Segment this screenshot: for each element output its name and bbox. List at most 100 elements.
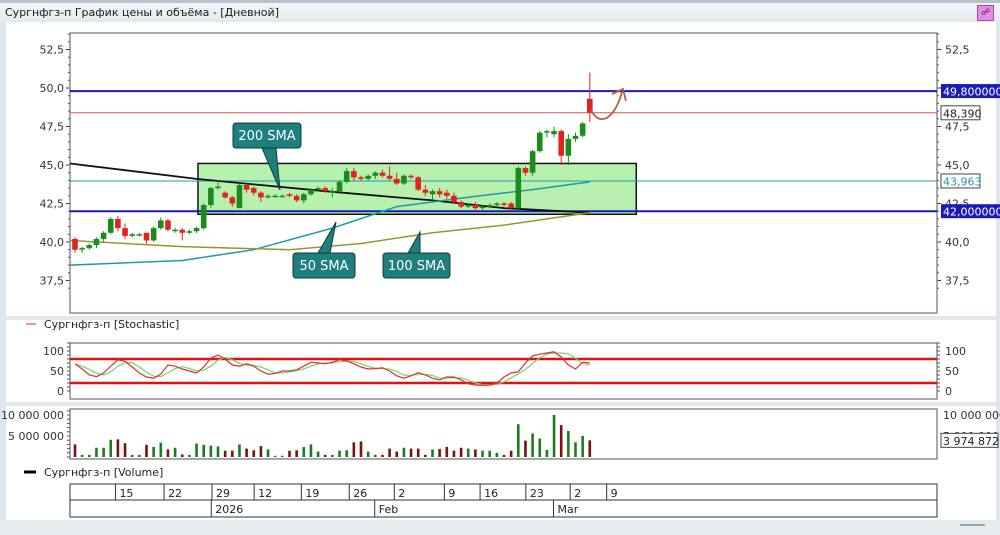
volume-bar	[209, 445, 213, 457]
day-label: 9	[448, 487, 455, 500]
candle-body	[494, 203, 500, 206]
window-title: Сургнфгз-п График цены и объёма - [Дневн…	[5, 6, 279, 19]
candle-body	[572, 135, 579, 139]
volume-bar	[352, 442, 356, 457]
volume-bar	[531, 433, 534, 457]
volume-bar	[509, 450, 513, 457]
volume-panel[interactable]: 10 000 00010 000 0005 000 0005 000 0003 …	[1, 408, 1000, 460]
volume-bar	[374, 454, 377, 457]
volume-bar	[80, 454, 84, 457]
volume-bar	[524, 440, 527, 457]
candle-body	[479, 206, 486, 209]
day-label: 22	[168, 487, 182, 500]
candle-body	[565, 138, 572, 156]
volume-bar	[159, 442, 163, 457]
volume-bar	[424, 454, 427, 457]
candle-bullish	[208, 186, 214, 209]
left-axis-tick-label: 40,0	[40, 236, 65, 249]
candle-bullish	[200, 203, 207, 230]
candle-body	[365, 175, 371, 179]
candle-body	[179, 229, 186, 233]
candle-body	[515, 168, 522, 209]
volume-plot-area	[69, 408, 938, 460]
volume-bar	[431, 449, 434, 457]
callout-label: 100 SMA	[388, 259, 445, 274]
candle-body	[93, 238, 100, 246]
left-axis-tick-label: 100	[43, 345, 64, 358]
stochastic-legend-label: Сургнфгз-п [Stochastic]	[44, 318, 179, 331]
volume-bar	[402, 447, 406, 457]
candle-body	[358, 177, 364, 179]
candle-body	[386, 175, 393, 179]
volume-bar	[231, 450, 234, 457]
left-axis-tick-label: 0	[57, 385, 64, 398]
candle-body	[222, 192, 228, 198]
volume-bar	[481, 450, 484, 457]
volume-legend: Сургнфгз-п [Volume]	[24, 466, 163, 479]
volume-bar	[338, 450, 341, 457]
volume-bar	[567, 430, 570, 457]
candle-body	[172, 229, 178, 232]
volume-bar	[95, 447, 98, 457]
volume-bar	[202, 444, 205, 457]
date-axis[interactable]: 15 22 29 12 19 26 2 9 16 23 2 92026 Feb Mar	[69, 483, 938, 518]
candle-bullish	[236, 183, 243, 209]
volume-bar	[359, 441, 363, 457]
volume-bar	[252, 450, 256, 457]
candle-body	[558, 131, 564, 156]
panel-separator[interactable]	[6, 402, 996, 406]
volume-bar	[152, 446, 155, 457]
volume-bar	[130, 454, 134, 457]
candle-body	[529, 151, 536, 173]
candle-bullish	[336, 180, 343, 193]
candle-body	[272, 195, 278, 198]
volume-bar	[459, 447, 463, 457]
price-panel[interactable]: 52,552,550,050,047,547,545,045,042,542,5…	[40, 32, 1000, 314]
window-title-bar: Сургнфгз-п График цены и объёма - [Дневн…	[0, 0, 1000, 22]
candle-body	[165, 220, 171, 230]
right-axis-tick-label: 45,0	[945, 159, 970, 172]
candle-body	[301, 194, 307, 201]
month-label: 2026	[215, 503, 243, 516]
candle-bullish	[150, 226, 157, 242]
candle-body	[372, 172, 379, 176]
volume-bar	[138, 454, 141, 457]
candle-body	[193, 228, 200, 232]
candle-body	[436, 191, 443, 195]
day-label: 16	[484, 487, 498, 500]
day-label: 26	[353, 487, 367, 500]
volume-bar	[574, 442, 577, 457]
candle-body	[579, 123, 586, 136]
level-price-label: 49,800000	[943, 86, 1000, 99]
volume-bar	[552, 415, 556, 457]
candle-bearish	[165, 218, 171, 232]
link-icon[interactable]: ☍	[977, 5, 994, 21]
right-axis-tick-label: 40,0	[945, 236, 970, 249]
candle-body	[158, 220, 164, 229]
volume-bar	[517, 424, 520, 457]
volume-bar	[388, 448, 391, 457]
candle-body	[308, 189, 314, 195]
candle-bearish	[415, 175, 421, 192]
candle-bullish	[579, 121, 586, 138]
candle-body	[107, 218, 114, 233]
volume-bar	[88, 454, 91, 457]
candle-body	[451, 195, 457, 202]
candle-body	[215, 186, 221, 189]
candle-body	[293, 195, 300, 201]
volume-bar	[73, 444, 77, 457]
candle-body	[401, 175, 407, 184]
candle-body	[343, 171, 350, 182]
candle-body	[551, 131, 557, 135]
volume-bar	[223, 450, 227, 457]
day-label: 9	[611, 487, 618, 500]
candle-body	[322, 188, 329, 192]
volume-bar	[273, 455, 277, 457]
chart-window: 52,552,550,050,047,547,545,045,042,542,5…	[0, 22, 1000, 535]
stochastic-panel[interactable]: 100 100 50 50 0 0	[43, 342, 966, 400]
candle-body	[136, 234, 143, 236]
volume-bar	[331, 454, 334, 457]
day-label: 2	[574, 487, 581, 500]
right-axis-tick-label: 37,5	[945, 275, 970, 288]
volume-bar	[145, 444, 148, 457]
